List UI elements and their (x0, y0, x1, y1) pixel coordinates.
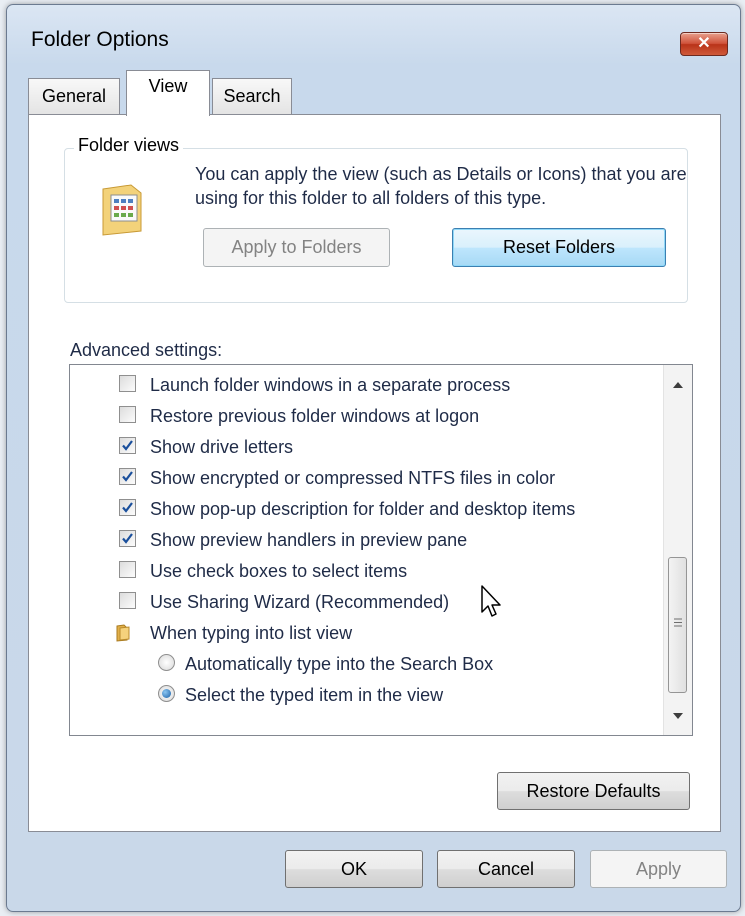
setting-label: Show pop-up description for folder and d… (150, 499, 576, 519)
radio-button-selected[interactable] (158, 685, 175, 702)
radio-button[interactable] (158, 654, 175, 671)
folder-views-label: Folder views (74, 135, 184, 156)
checkmark-icon (122, 440, 133, 451)
view-tab-panel: Folder views You can apply the view (suc… (28, 114, 721, 832)
setting-label: Show preview handlers in preview pane (150, 530, 468, 550)
checkmark-icon (122, 471, 133, 482)
vertical-scrollbar[interactable] (663, 365, 692, 735)
close-icon: ✕ (697, 35, 711, 52)
folder-view-icon (102, 184, 142, 236)
setting-label: Use check boxes to select items (150, 561, 408, 581)
scrollbar-thumb[interactable] (668, 557, 687, 693)
checkbox[interactable] (119, 561, 136, 578)
scroll-down-arrow-icon[interactable] (672, 712, 684, 720)
close-button[interactable]: ✕ (680, 32, 728, 56)
checkmark-icon (122, 533, 133, 544)
tab-general[interactable]: General (28, 78, 120, 114)
setting-label: Restore previous folder windows at logon (150, 406, 480, 426)
setting-label: Automatically type into the Search Box (185, 654, 494, 674)
cancel-button[interactable]: Cancel (437, 850, 575, 888)
scroll-up-arrow-icon[interactable] (672, 381, 684, 389)
tab-search-label: Search (223, 86, 281, 106)
setting-label: Use Sharing Wizard (Recommended) (150, 592, 450, 612)
setting-label: When typing into list view (150, 623, 353, 643)
advanced-settings-list[interactable]: Launch folder windows in a separate proc… (69, 364, 693, 736)
setting-label: Show drive letters (150, 437, 294, 457)
folder-views-description: You can apply the view (such as Details … (195, 164, 687, 208)
apply-button[interactable]: Apply (590, 850, 727, 888)
tab-search[interactable]: Search (212, 78, 292, 114)
window-title: Folder Options (31, 28, 169, 51)
tab-view-label: View (148, 76, 188, 96)
checkmark-icon (122, 502, 133, 513)
checkbox[interactable] (119, 592, 136, 609)
checkbox[interactable] (119, 406, 136, 423)
checkbox-checked[interactable] (119, 530, 136, 547)
thumb-grip-icon (674, 618, 682, 627)
checkbox-checked[interactable] (119, 437, 136, 454)
setting-label: Select the typed item in the view (185, 685, 444, 705)
tab-general-label: General (41, 86, 107, 106)
setting-label: Launch folder windows in a separate proc… (150, 375, 511, 395)
checkbox-checked[interactable] (119, 499, 136, 516)
mouse-cursor-icon (481, 585, 501, 617)
ok-button[interactable]: OK (285, 850, 423, 888)
tab-view[interactable]: View (126, 70, 210, 116)
checkbox[interactable] (119, 375, 136, 392)
apply-to-folders-button[interactable]: Apply to Folders (203, 228, 390, 267)
setting-label: Show encrypted or compressed NTFS files … (150, 468, 556, 488)
folder-icon (116, 624, 130, 642)
reset-folders-button[interactable]: Reset Folders (452, 228, 666, 267)
checkbox-checked[interactable] (119, 468, 136, 485)
restore-defaults-button[interactable]: Restore Defaults (497, 772, 690, 810)
advanced-settings-label: Advanced settings: (70, 340, 223, 360)
